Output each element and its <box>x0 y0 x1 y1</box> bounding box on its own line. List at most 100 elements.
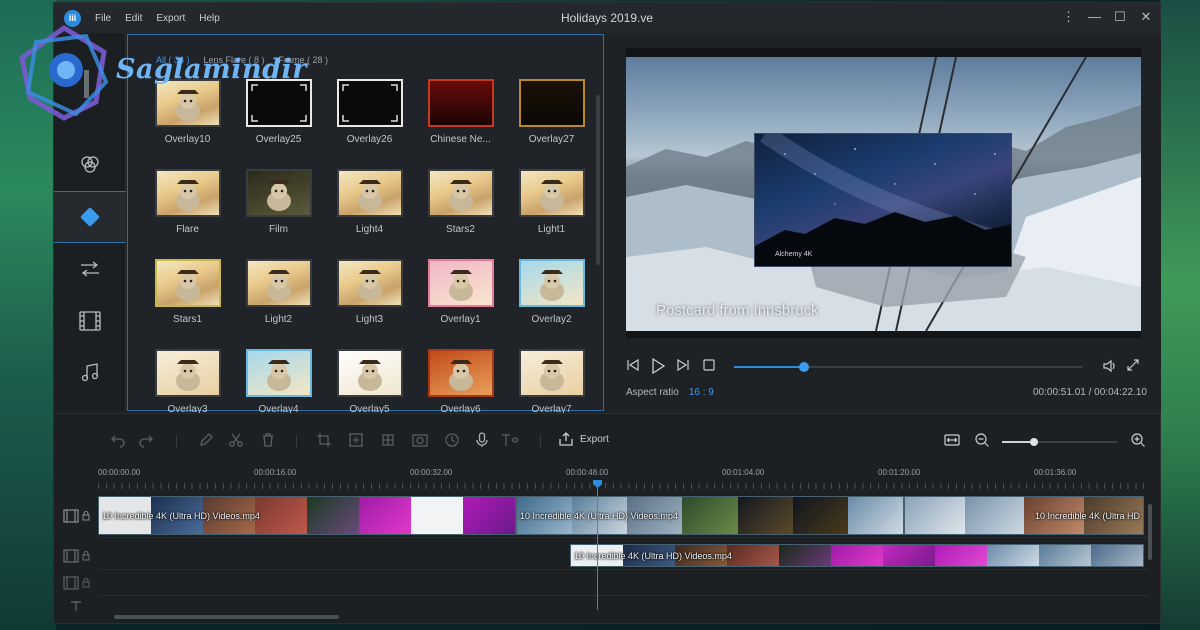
overlay-label: Light4 <box>355 224 384 235</box>
overlay-item[interactable]: Light3 <box>324 257 415 341</box>
aspect-ratio-value[interactable]: 16 : 9 <box>689 387 714 398</box>
nav-transition[interactable] <box>54 243 126 295</box>
overlay-thumbnail <box>427 169 494 217</box>
overlay-item[interactable]: Stars2 <box>415 167 506 251</box>
overlay-item[interactable]: Overlay1 <box>415 257 506 341</box>
maximize-icon[interactable]: ☐ <box>1114 9 1126 25</box>
ruler-label: 00:00:00.00 <box>98 468 141 477</box>
media-scrollbar[interactable] <box>596 95 600 265</box>
overlay-thumbnail <box>245 349 312 397</box>
aspect-ratio: Aspect ratio 16 : 9 <box>626 387 714 398</box>
fit-timeline-icon[interactable] <box>944 432 960 448</box>
export-label: Export <box>580 433 609 445</box>
next-frame-icon[interactable] <box>676 358 690 372</box>
duration-icon[interactable] <box>444 432 460 448</box>
nav-media[interactable] <box>54 295 126 347</box>
nav-filter[interactable] <box>54 139 126 191</box>
crop-icon[interactable] <box>316 432 332 448</box>
nav-music[interactable] <box>54 347 126 399</box>
video-preview[interactable]: Alchemy 4K Postcard from Innsbruck <box>626 57 1141 331</box>
timeline-clip[interactable]: 10 Incredible 4K (Ultra HD) Videos.mp4 <box>98 496 516 535</box>
lock-icon[interactable] <box>82 511 90 521</box>
minimize-icon[interactable]: — <box>1088 9 1101 25</box>
overlay-label: Stars1 <box>173 314 202 325</box>
cut-icon[interactable] <box>228 432 244 448</box>
nav-overlay[interactable] <box>54 191 126 243</box>
timeline-clip[interactable]: 10 Incredible 4K (Ultra HD <box>904 496 1144 535</box>
more-vert-icon[interactable]: ⋮ <box>1062 9 1075 25</box>
overlay-thumbnail <box>336 79 403 127</box>
pip-caption: Alchemy 4K <box>775 251 813 258</box>
delete-icon[interactable] <box>260 432 276 448</box>
mosaic-icon[interactable] <box>380 432 396 448</box>
empty-track[interactable] <box>98 570 1148 596</box>
zoom-in-icon[interactable] <box>1130 432 1146 448</box>
timeline-clip[interactable]: 10 Incredible 4K (Ultra HD) Videos.mp4 <box>516 496 904 535</box>
volume-icon[interactable] <box>1102 358 1118 374</box>
overlay-label: Light2 <box>264 314 293 325</box>
pip-overlay-clip[interactable]: Alchemy 4K <box>754 133 1012 267</box>
microphone-icon[interactable] <box>474 432 490 448</box>
overlay-item[interactable]: Light4 <box>324 167 415 251</box>
edit-pencil-icon[interactable] <box>198 432 214 448</box>
overlay-item[interactable]: Flare <box>142 167 233 251</box>
video-track-header <box>54 494 98 538</box>
overlay-label: Film <box>269 224 288 235</box>
overlay-label: Overlay27 <box>528 134 575 145</box>
timecode: 00:00:51.01 / 00:04:22.10 <box>1033 387 1147 398</box>
overlay-item[interactable]: Chinese Ne... <box>415 77 506 161</box>
overlay-label: Light1 <box>537 224 566 235</box>
transition-icon <box>77 259 103 279</box>
snapshot-icon[interactable] <box>412 432 428 448</box>
previous-frame-icon[interactable] <box>626 358 640 372</box>
zoom-slider[interactable] <box>1002 438 1117 446</box>
text-track-icon <box>69 600 83 612</box>
overlay-label: Overlay25 <box>255 134 302 145</box>
zoom-knob[interactable] <box>1030 438 1039 446</box>
text-to-speech-icon[interactable] <box>500 432 520 448</box>
overlay-item[interactable]: Stars1 <box>142 257 233 341</box>
progress-knob[interactable] <box>798 362 809 372</box>
watermark: Saglamindir <box>16 22 306 122</box>
close-icon[interactable]: ✕ <box>1140 9 1152 25</box>
lock-icon[interactable] <box>82 551 90 561</box>
timeline-horizontal-scrollbar[interactable] <box>114 615 339 619</box>
playhead[interactable] <box>597 482 598 610</box>
video-track-icon <box>62 549 79 563</box>
freeze-frame-icon[interactable] <box>348 432 364 448</box>
preview-panel: Alchemy 4K Postcard from Innsbruck Aspec… <box>607 34 1161 411</box>
export-button[interactable]: Export <box>558 431 609 447</box>
overlay-label: Overlay10 <box>164 134 211 145</box>
overlay-label: Chinese Ne... <box>430 134 491 145</box>
overlay-item[interactable]: Overlay27 <box>506 77 597 161</box>
overlay-thumbnail <box>336 169 403 217</box>
fullscreen-icon[interactable] <box>1126 358 1140 372</box>
redo-icon[interactable] <box>138 432 154 448</box>
playback-progress[interactable] <box>734 362 1082 372</box>
play-icon[interactable] <box>650 358 666 374</box>
overlay-label: Overlay1 <box>440 314 481 325</box>
overlay-icon <box>78 205 102 229</box>
video-track[interactable]: 10 Incredible 4K (Ultra HD) Videos.mp4 1… <box>98 494 1148 538</box>
text-track-header <box>54 596 98 616</box>
time-ruler[interactable]: 00:00:00.00 00:00:16.00 00:00:32.00 00:0… <box>98 468 1148 490</box>
timeline-clip[interactable]: 10 Incredible 4K (Ultra HD) Videos.mp4 <box>570 544 1144 567</box>
ruler-label: 00:01:04.00 <box>722 468 765 477</box>
overlay-item[interactable]: Light1 <box>506 167 597 251</box>
overlay-item[interactable]: Film <box>233 167 324 251</box>
overlay-track[interactable]: 10 Incredible 4K (Ultra HD) Videos.mp4 <box>98 542 1148 570</box>
stop-icon[interactable] <box>702 358 716 372</box>
timeline-vertical-scrollbar[interactable] <box>1148 504 1152 560</box>
lock-icon[interactable] <box>82 578 90 588</box>
ruler-ticks <box>98 483 1148 489</box>
overlay-item[interactable]: Overlay26 <box>324 77 415 161</box>
overlay-item[interactable]: Overlay2 <box>506 257 597 341</box>
text-track[interactable] <box>98 596 1148 614</box>
undo-icon[interactable] <box>110 432 126 448</box>
overlay-item[interactable]: Light2 <box>233 257 324 341</box>
overlay-thumbnail <box>427 349 494 397</box>
export-icon <box>558 431 574 447</box>
overlay-label: Light3 <box>355 314 384 325</box>
zoom-out-icon[interactable] <box>974 432 990 448</box>
overlay-label: Overlay2 <box>531 314 572 325</box>
